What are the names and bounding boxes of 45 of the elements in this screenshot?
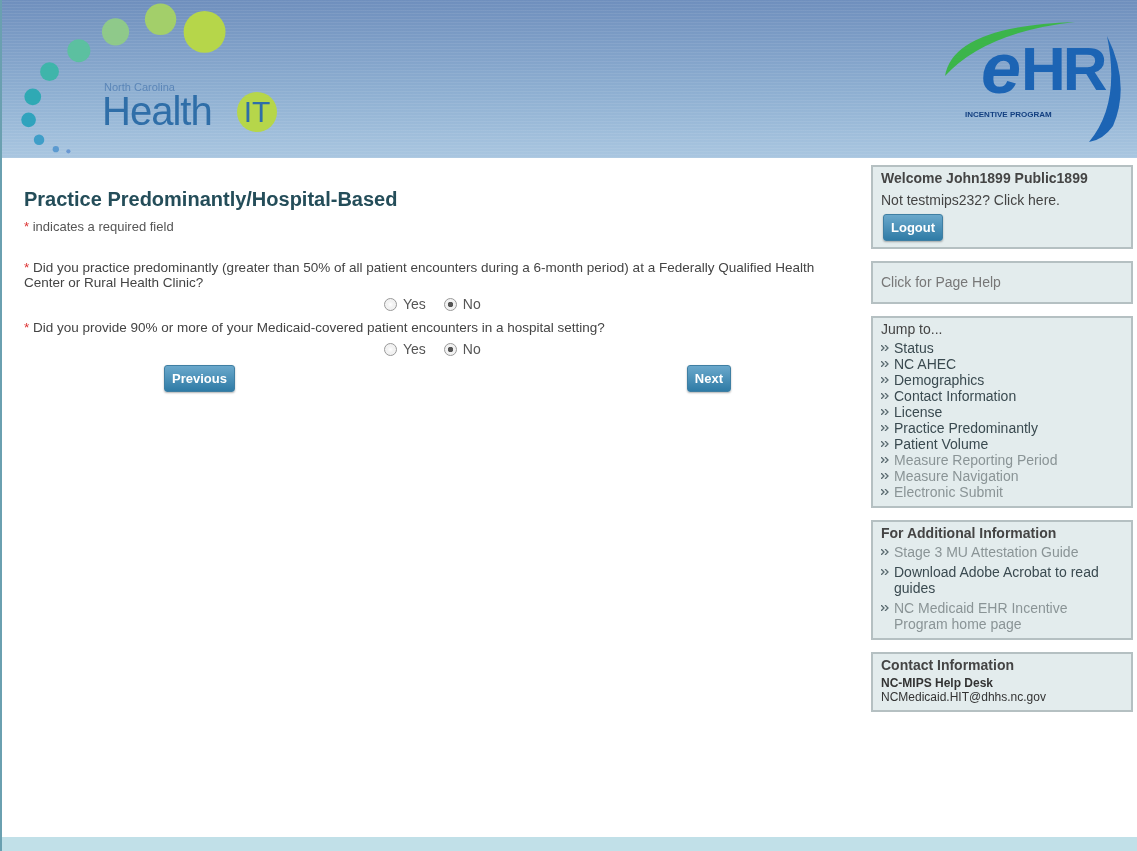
chevron-icon xyxy=(881,605,889,611)
chevron-icon xyxy=(881,361,889,367)
sidebar-link[interactable]: NC AHEC xyxy=(881,356,1123,372)
next-button[interactable]: Next xyxy=(686,365,731,392)
panel-title: For Additional Information xyxy=(881,525,1058,541)
chevron-icon xyxy=(881,409,889,415)
sidebar-link[interactable]: Patient Volume xyxy=(881,436,1123,452)
sidebar-link[interactable]: Demographics xyxy=(881,372,1123,388)
chevron-icon xyxy=(881,377,889,383)
sidebar-link[interactable]: Download Adobe Acrobat to read guides xyxy=(881,564,1123,596)
chevron-icon xyxy=(881,457,889,463)
sidebar-link[interactable]: Practice Predominantly xyxy=(881,420,1123,436)
radio-option[interactable]: No xyxy=(443,341,481,357)
logo-text: HR xyxy=(1021,34,1105,104)
logo-badge: IT xyxy=(237,92,277,132)
logo-text: Health xyxy=(102,89,212,134)
welcome-text: Welcome John1899 Public1899 xyxy=(881,170,1089,186)
switch-user-link[interactable]: Not testmips232? Click here. xyxy=(881,192,1123,208)
panel-title: Jump to... xyxy=(881,321,944,337)
sidebar-link[interactable]: License xyxy=(881,404,1123,420)
sidebar-link[interactable]: Contact Information xyxy=(881,388,1123,404)
question-text: * Did you provide 90% or more of your Medicaid-covered patient encounters in a hospital setting? xyxy=(24,320,606,335)
page-title: Practice Predominantly/Hospital-Based xyxy=(24,188,399,211)
radio-option[interactable]: Yes xyxy=(384,341,426,357)
chevron-icon xyxy=(881,441,889,447)
chevron-icon xyxy=(881,425,889,431)
sidebar-link[interactable]: Status xyxy=(881,340,1123,356)
page-help-link[interactable]: Click for Page Help xyxy=(881,266,1123,296)
contact-email: NCMedicaid.HIT@dhhs.nc.gov xyxy=(881,690,1047,704)
previous-button[interactable]: Previous xyxy=(164,365,235,392)
required-note: * indicates a required field xyxy=(24,219,175,234)
radio-option[interactable]: Yes xyxy=(384,296,426,312)
radio-option[interactable]: No xyxy=(443,296,481,312)
chevron-icon xyxy=(881,569,889,575)
chevron-icon xyxy=(881,473,889,479)
panel-title: Contact Information xyxy=(881,657,1015,673)
logo-text: e xyxy=(981,28,1022,108)
logo-caption: INCENTIVE PROGRAM xyxy=(965,110,1052,119)
chevron-icon xyxy=(881,393,889,399)
chevron-icon xyxy=(881,345,889,351)
chevron-icon xyxy=(881,489,889,495)
question-text: * Did you practice predominantly (greater than 50% of all patient encounters during a 6-month period) at a Federally Qualified Health Center or Rural Health Clinic? xyxy=(24,260,816,290)
chevron-icon xyxy=(881,549,889,555)
logout-button[interactable]: Logout xyxy=(883,214,944,241)
contact-name: NC-MIPS Help Desk xyxy=(881,676,995,690)
